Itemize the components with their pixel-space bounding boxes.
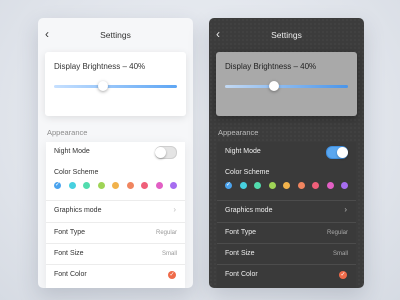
brightness-slider-thumb[interactable] xyxy=(98,81,109,91)
font-type-label: Font Type xyxy=(54,229,86,236)
row-night-mode[interactable]: Night Mode xyxy=(46,142,185,162)
brightness-slider[interactable] xyxy=(54,81,177,91)
color-swatch[interactable] xyxy=(97,182,105,189)
chevron-right-icon: › xyxy=(173,205,176,214)
color-swatch[interactable] xyxy=(283,182,290,189)
font-size-value: Small xyxy=(161,251,177,257)
color-scheme-swatches: ✓ xyxy=(225,182,348,189)
toggle-knob xyxy=(337,147,348,158)
brightness-slider-thumb[interactable] xyxy=(269,81,280,91)
row-font-size[interactable]: Font Size Small xyxy=(46,243,185,264)
brightness-card: Display Brightness – 40% xyxy=(216,52,357,116)
light-settings-screen: ‹ Settings Display Brightness – 40% Appe… xyxy=(38,18,193,288)
color-swatch[interactable] xyxy=(83,182,90,189)
chevron-right-icon: › xyxy=(344,205,347,214)
font-color-swatch[interactable]: ✓ xyxy=(339,271,347,279)
row-color-scheme: Color Scheme ✓ xyxy=(46,162,185,200)
check-icon: ✓ xyxy=(169,272,175,278)
font-size-label: Font Size xyxy=(54,250,84,257)
row-night-mode[interactable]: Night Mode xyxy=(217,142,356,162)
row-graphics-mode[interactable]: Graphics mode › xyxy=(46,200,185,222)
color-scheme-label: Color Scheme xyxy=(225,169,270,176)
color-swatch[interactable] xyxy=(170,182,177,189)
color-scheme-label: Color Scheme xyxy=(54,169,99,176)
night-mode-toggle[interactable] xyxy=(155,146,177,159)
color-swatch[interactable] xyxy=(326,182,334,189)
appearance-list: Night Mode Color Scheme ✓ Graphics mode … xyxy=(46,142,185,288)
brightness-label: Display Brightness – 40% xyxy=(225,62,317,71)
font-size-value: Small xyxy=(332,251,348,257)
color-swatch[interactable] xyxy=(126,182,134,189)
color-swatch[interactable]: ✓ xyxy=(54,182,61,189)
row-font-size[interactable]: Font Size Small xyxy=(217,243,356,264)
section-title-appearance: Appearance xyxy=(218,128,259,137)
row-font-type[interactable]: Font Type Regular xyxy=(46,222,185,243)
night-mode-label: Night Mode xyxy=(54,148,90,155)
font-color-label: Font Color xyxy=(54,271,87,278)
color-swatch[interactable] xyxy=(312,182,319,189)
color-swatch[interactable] xyxy=(341,182,348,189)
color-scheme-swatches: ✓ xyxy=(54,182,177,189)
page-title: Settings xyxy=(100,30,131,40)
page-title: Settings xyxy=(271,30,302,40)
graphics-mode-label: Graphics mode xyxy=(54,207,102,214)
check-icon: ✓ xyxy=(54,182,61,188)
header: ‹ Settings xyxy=(209,18,364,52)
night-mode-toggle[interactable] xyxy=(326,146,348,159)
row-font-type[interactable]: Font Type Regular xyxy=(217,222,356,243)
appearance-list: Night Mode Color Scheme ✓ Graphics mode … xyxy=(217,142,356,288)
dark-settings-screen: ‹ Settings Display Brightness – 40% Appe… xyxy=(209,18,364,288)
brightness-label: Display Brightness – 40% xyxy=(54,62,146,71)
night-mode-label: Night Mode xyxy=(225,148,261,155)
color-swatch[interactable] xyxy=(239,182,247,189)
color-swatch[interactable] xyxy=(155,182,163,189)
color-swatch[interactable] xyxy=(268,182,276,189)
row-graphics-mode[interactable]: Graphics mode › xyxy=(217,200,356,222)
brightness-slider[interactable] xyxy=(225,81,348,91)
color-swatch[interactable] xyxy=(141,182,148,189)
font-color-label: Font Color xyxy=(225,271,258,278)
font-type-label: Font Type xyxy=(225,229,257,236)
font-type-value: Regular xyxy=(155,230,177,236)
color-swatch[interactable] xyxy=(68,182,76,189)
color-swatch[interactable] xyxy=(112,182,119,189)
color-swatch[interactable] xyxy=(297,182,305,189)
section-title-appearance: Appearance xyxy=(47,128,88,137)
color-swatch[interactable] xyxy=(254,182,261,189)
row-color-scheme: Color Scheme ✓ xyxy=(217,162,356,200)
toggle-knob xyxy=(155,147,166,158)
check-icon: ✓ xyxy=(340,272,346,278)
font-size-label: Font Size xyxy=(225,250,255,257)
check-icon: ✓ xyxy=(225,182,232,188)
font-color-swatch[interactable]: ✓ xyxy=(168,271,176,279)
graphics-mode-label: Graphics mode xyxy=(225,207,273,214)
row-font-color[interactable]: Font Color ✓ xyxy=(46,264,185,286)
brightness-card: Display Brightness – 40% xyxy=(45,52,186,116)
font-type-value: Regular xyxy=(326,230,348,236)
header: ‹ Settings xyxy=(38,18,193,52)
color-swatch[interactable]: ✓ xyxy=(225,182,232,189)
row-font-color[interactable]: Font Color ✓ xyxy=(217,264,356,286)
